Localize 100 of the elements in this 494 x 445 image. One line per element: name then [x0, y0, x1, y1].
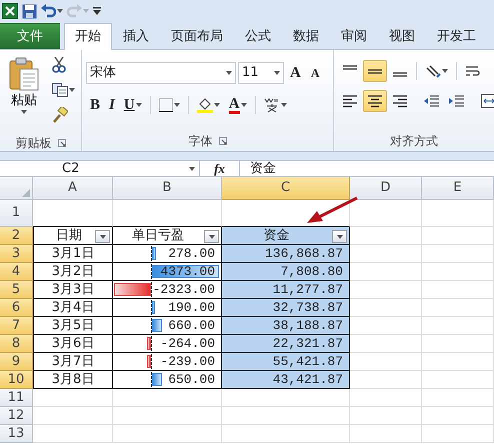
table-cell: 11,277.87 — [222, 281, 350, 299]
caret-icon — [336, 234, 342, 238]
customize-button[interactable] — [93, 7, 101, 15]
caret-icon — [83, 9, 89, 13]
caret-icon — [136, 103, 142, 107]
scissors-icon — [52, 57, 66, 73]
column-header[interactable]: B — [113, 177, 222, 200]
row-header[interactable]: 13 — [0, 425, 33, 443]
column-header[interactable]: E — [422, 177, 494, 200]
table-cell — [422, 371, 494, 389]
table-cell: 3月2日 — [33, 263, 113, 281]
row-header[interactable]: 11 — [0, 389, 33, 407]
ribbon-tab[interactable]: 审阅 — [330, 23, 378, 49]
column-header[interactable]: D — [350, 177, 422, 200]
align-right-icon — [392, 94, 408, 108]
table-cell: 3月1日 — [33, 245, 113, 263]
align-middle-button[interactable] — [363, 60, 387, 82]
table-cell: 32,738.87 — [222, 299, 350, 317]
file-tab[interactable]: 文件 — [0, 23, 60, 49]
table-cell — [350, 245, 422, 263]
customize-menu-icon — [93, 7, 101, 15]
table-cell — [422, 389, 494, 407]
paintbrush-icon — [52, 107, 68, 123]
table-cell: 3月6日 — [33, 335, 113, 353]
app-icon-button[interactable] — [2, 3, 18, 19]
caret-icon — [240, 103, 247, 107]
row-header[interactable]: 5 — [0, 281, 33, 299]
ribbon-tab[interactable]: 开始 — [64, 23, 112, 50]
filter-dropdown-button[interactable] — [204, 230, 219, 243]
row-header[interactable]: 6 — [0, 299, 33, 317]
font-name-dropdown[interactable]: 宋体 — [86, 62, 236, 84]
arrow-drawing — [307, 196, 358, 223]
ribbon-tab[interactable]: 开发工 — [426, 23, 487, 49]
caret-icon — [214, 103, 220, 107]
row-header[interactable]: 7 — [0, 317, 33, 335]
table-cell: 136,868.87 — [222, 245, 350, 263]
table-cell — [350, 200, 422, 227]
italic-button[interactable]: I — [105, 94, 119, 116]
ribbon-tab[interactable]: 数据 — [282, 23, 330, 49]
font-size-dropdown[interactable]: 11 — [238, 62, 284, 84]
underline-button[interactable]: U — [120, 94, 146, 116]
column-header[interactable]: C — [222, 177, 350, 200]
align-center-icon — [367, 94, 383, 108]
row-header[interactable]: 2 — [0, 227, 33, 245]
paste-button[interactable]: 粘贴 — [4, 54, 44, 134]
row-header[interactable]: 4 — [0, 263, 33, 281]
row-header[interactable]: 10 — [0, 371, 33, 389]
table-cell-text: -2323.00 — [152, 281, 216, 298]
table-cell: 3月3日 — [33, 281, 113, 299]
undo-arrow-icon — [41, 4, 56, 18]
caret-icon — [21, 110, 27, 114]
table-cell-text: 660.00 — [168, 317, 216, 334]
column-header[interactable]: A — [33, 177, 113, 200]
row-header[interactable]: 8 — [0, 335, 33, 353]
insert-function-button[interactable]: fx — [200, 161, 240, 176]
column-heading: 资金 — [264, 227, 290, 244]
table-cell — [422, 407, 494, 425]
row-header[interactable]: 1 — [0, 200, 33, 227]
table-cell — [422, 263, 494, 281]
formula-input[interactable]: 资金 — [240, 161, 494, 176]
table-cell: 3月8日 — [33, 371, 113, 389]
ribbon-tab[interactable]: 插入 — [112, 23, 160, 49]
table-cell — [350, 281, 422, 299]
grid-border-icon — [158, 98, 173, 112]
redo-arrow-icon — [67, 4, 82, 18]
dialog-launcher-icon — [58, 139, 66, 147]
ribbon-tab[interactable]: 页面布局 — [160, 23, 234, 49]
ribbon-tab[interactable]: 视图 — [378, 23, 426, 49]
align-center-button[interactable] — [363, 90, 387, 112]
row-header[interactable]: 12 — [0, 407, 33, 425]
save-button[interactable] — [22, 4, 37, 18]
table-cell — [350, 407, 422, 425]
table-cell — [422, 353, 494, 371]
bold-button[interactable]: B — [86, 94, 104, 116]
column-heading: 日期 — [56, 227, 82, 244]
table-cell: 55,421.87 — [222, 353, 350, 371]
table-cell — [422, 245, 494, 263]
caret-icon — [189, 166, 195, 170]
table-cell — [350, 299, 422, 317]
caret-icon — [274, 71, 280, 75]
filter-dropdown-button[interactable] — [95, 230, 110, 243]
table-cell — [350, 371, 422, 389]
filter-dropdown-button[interactable] — [332, 230, 347, 243]
shrink-font-button[interactable]: A — [306, 62, 324, 84]
name-box[interactable]: C2 — [0, 161, 200, 176]
align-top-icon — [342, 65, 358, 70]
table-cell — [422, 425, 494, 443]
row-header[interactable]: 3 — [0, 245, 33, 263]
caret-icon — [208, 234, 214, 238]
table-cell-text: 4373.00 — [160, 263, 216, 280]
grow-font-button[interactable]: A — [286, 62, 305, 84]
caret-icon — [57, 9, 63, 13]
ribbon-tab[interactable]: 公式 — [234, 23, 282, 49]
font-color-button[interactable]: A — [224, 94, 251, 116]
table-cell: 3月5日 — [33, 317, 113, 335]
row-header[interactable]: 9 — [0, 353, 33, 371]
align-middle-icon — [367, 68, 383, 74]
align-left-icon — [342, 94, 358, 108]
caret-icon — [100, 234, 106, 238]
undo-button[interactable] — [41, 4, 63, 18]
